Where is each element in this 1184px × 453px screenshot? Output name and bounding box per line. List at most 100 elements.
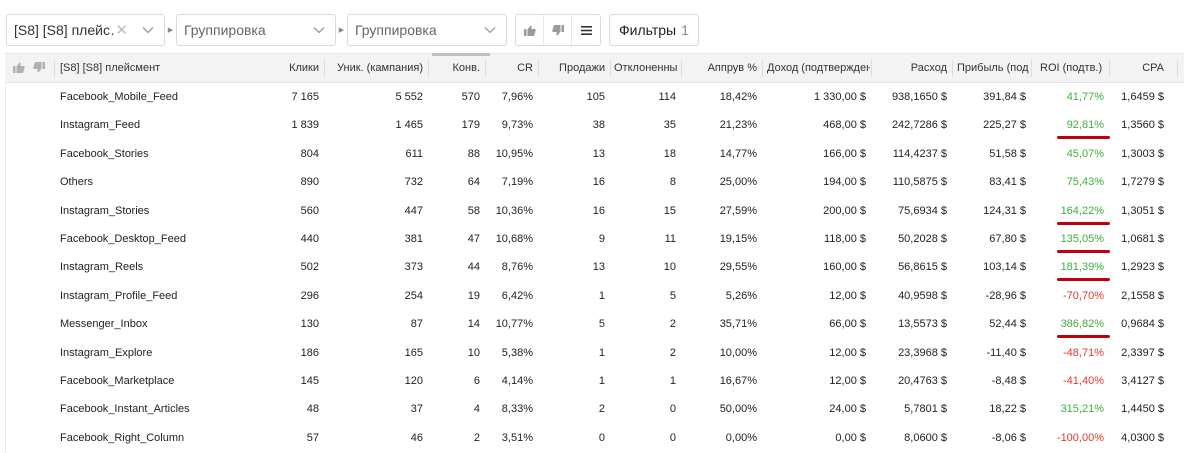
- col-header-cpa[interactable]: CPA: [1110, 54, 1164, 83]
- cell-roi: 45,07%: [1066, 147, 1104, 160]
- table-row[interactable]: Facebook_Instant_Articles 48 37 4 8,33% …: [5, 395, 1184, 423]
- thumbs-up-button[interactable]: [516, 15, 544, 45]
- cell-roi: 164,22%: [1060, 204, 1104, 217]
- grouping-select-1-value: [S8] [S8] плейс…: [14, 22, 116, 38]
- cell-cost: 5,7801 $: [904, 403, 947, 416]
- col-header-placement[interactable]: [S8] [S8] плейсмент: [60, 54, 260, 83]
- table-header: [S8] [S8] плейсмент Клики Уник. (кампани…: [5, 53, 1184, 83]
- list-view-button[interactable]: [572, 15, 600, 45]
- cell-profit: 83,41 $: [989, 176, 1026, 189]
- cell-cpa: 1,4450 $: [1121, 403, 1164, 416]
- cell-unique: 120: [404, 374, 423, 387]
- filters-button[interactable]: Фильтры 1: [609, 14, 699, 46]
- cell-unique: 5 552: [395, 91, 423, 103]
- col-header-clicks[interactable]: Клики: [260, 54, 319, 83]
- column-divider[interactable]: [1031, 60, 1032, 77]
- cell-cr: 10,68%: [495, 232, 533, 245]
- thumbs-down-button[interactable]: [544, 15, 572, 45]
- col-header-unique[interactable]: Уник. (кампания): [325, 54, 423, 83]
- cell-approve: 29,55%: [719, 261, 757, 274]
- cell-roi: -41,40%: [1063, 374, 1104, 387]
- cell-unique: 381: [404, 232, 423, 245]
- table-body: Facebook_Mobile_Feed 7 165 5 552 570 7,9…: [5, 83, 1184, 452]
- cell-roi: -48,71%: [1063, 346, 1104, 359]
- cell-placement: Others: [60, 176, 94, 189]
- cell-cr: 10,36%: [495, 204, 533, 217]
- col-header-approve[interactable]: Аппрув %: [682, 54, 757, 83]
- cell-revenue: 160,00 $: [823, 261, 866, 274]
- thumbs-up-icon[interactable]: [13, 62, 25, 73]
- thumbs-down-icon[interactable]: [33, 62, 45, 73]
- col-header-cost[interactable]: Расход: [872, 54, 947, 83]
- column-divider[interactable]: [952, 60, 953, 77]
- cell-placement: Facebook_Instant_Articles: [60, 403, 190, 416]
- cell-placement: Facebook_Marketplace: [60, 374, 175, 387]
- menu-lines-icon: [580, 25, 592, 35]
- cell-conv: 570: [461, 91, 480, 103]
- cell-rejected: 15: [663, 204, 676, 217]
- cell-unique: 373: [404, 261, 423, 274]
- cell-roi: 75,43%: [1066, 176, 1104, 189]
- cell-cpa: 1,3051 $: [1121, 204, 1164, 217]
- table-row[interactable]: Facebook_Desktop_Feed 440 381 47 10,68% …: [5, 225, 1184, 253]
- cell-unique: 611: [405, 147, 423, 160]
- cell-clicks: 145: [300, 374, 319, 387]
- cell-unique: 37: [410, 403, 423, 416]
- col-header-cr[interactable]: CR: [486, 54, 533, 83]
- cell-sales: 1: [598, 346, 605, 359]
- cell-revenue: 1 330,00 $: [814, 91, 866, 103]
- table-row[interactable]: Facebook_Stories 804 611 88 10,95% 13 18…: [5, 140, 1184, 168]
- cell-unique: 1 465: [395, 119, 423, 132]
- thumbs-down-icon: [551, 24, 564, 35]
- cell-rejected: 18: [663, 147, 676, 160]
- filters-label: Фильтры: [619, 22, 677, 38]
- col-header-roi[interactable]: ROI (подтв.): [1040, 54, 1108, 83]
- column-divider[interactable]: [1177, 60, 1178, 77]
- grouping-select-1[interactable]: [S8] [S8] плейс… ✕: [6, 14, 165, 46]
- cell-cr: 10,95%: [495, 147, 533, 160]
- table-row[interactable]: Instagram_Feed 1 839 1 465 179 9,73% 38 …: [5, 111, 1184, 140]
- cell-conv: 10: [467, 346, 480, 359]
- cell-conv: 44: [467, 261, 480, 274]
- table-row[interactable]: Facebook_Marketplace 145 120 6 4,14% 1 1…: [5, 367, 1184, 395]
- cell-cpa: 1,0681 $: [1121, 232, 1164, 245]
- col-header-conv[interactable]: Конв.: [429, 54, 481, 83]
- cell-cost: 13,5573 $: [898, 318, 947, 331]
- toolbar: [S8] [S8] плейс… ✕ ▶ Группировка ▶ Групп…: [6, 14, 699, 46]
- cell-placement: Instagram_Feed: [60, 119, 141, 132]
- table-row[interactable]: Instagram_Reels 502 373 44 8,76% 13 10 2…: [5, 253, 1184, 282]
- cell-conv: 47: [467, 232, 480, 245]
- col-header-rejected[interactable]: Отклоненны: [614, 54, 680, 83]
- table-row[interactable]: Facebook_Mobile_Feed 7 165 5 552 570 7,9…: [5, 83, 1184, 111]
- table-row[interactable]: Facebook_Right_Column 57 46 2 3,51% 0 0 …: [5, 424, 1184, 452]
- cell-clicks: 186: [300, 346, 319, 359]
- col-header-sales[interactable]: Продажи: [539, 54, 605, 83]
- cell-cpa: 1,3560 $: [1121, 119, 1164, 132]
- grouping-select-3[interactable]: Группировка: [347, 14, 507, 46]
- cell-rejected: 0: [669, 403, 676, 416]
- column-divider[interactable]: [610, 60, 611, 77]
- cell-placement: Instagram_Profile_Feed: [60, 289, 178, 302]
- close-icon[interactable]: ✕: [115, 21, 128, 39]
- cell-clicks: 890: [300, 176, 319, 189]
- grouping-select-2[interactable]: Группировка: [176, 14, 336, 46]
- column-divider[interactable]: [54, 60, 55, 77]
- cell-approve: 50,00%: [719, 403, 757, 416]
- col-header-profit[interactable]: Прибыль (под: [957, 54, 1030, 83]
- table-row[interactable]: Messenger_Inbox 130 87 14 10,77% 5 2 35,…: [5, 310, 1184, 339]
- table-row[interactable]: Instagram_Profile_Feed 296 254 19 6,42% …: [5, 282, 1184, 310]
- cell-unique: 87: [410, 318, 423, 331]
- cell-conv: 2: [473, 431, 480, 444]
- table-row[interactable]: Instagram_Stories 560 447 58 10,36% 16 1…: [5, 197, 1184, 225]
- table-row[interactable]: Others 890 732 64 7,19% 16 8 25,00% 194,…: [5, 168, 1184, 196]
- cell-approve: 10,00%: [719, 346, 757, 359]
- column-divider[interactable]: [762, 60, 763, 77]
- cell-profit: 67,80 $: [989, 232, 1026, 245]
- cell-revenue: 66,00 $: [829, 318, 866, 331]
- col-header-revenue[interactable]: Доход (подтвержден: [767, 54, 870, 83]
- cell-cr: 7,19%: [501, 176, 533, 189]
- cell-rejected: 35: [663, 119, 676, 132]
- table-row[interactable]: Instagram_Explore 186 165 10 5,38% 1 2 1…: [5, 339, 1184, 367]
- cell-clicks: 7 165: [291, 91, 319, 103]
- cell-roi: 315,21%: [1060, 403, 1104, 416]
